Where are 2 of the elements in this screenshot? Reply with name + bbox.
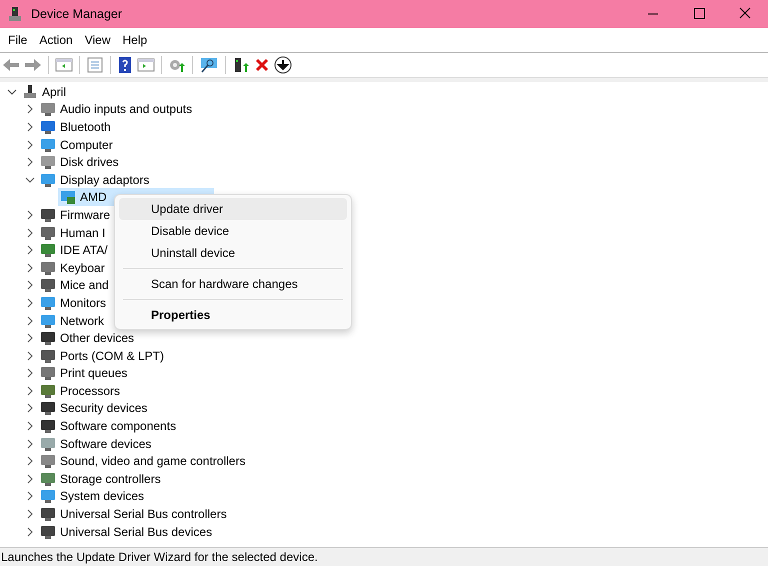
status-bar: Launches the Update Driver Wizard for the selected device. [0, 547, 768, 566]
window-title: Device Manager [31, 7, 124, 21]
